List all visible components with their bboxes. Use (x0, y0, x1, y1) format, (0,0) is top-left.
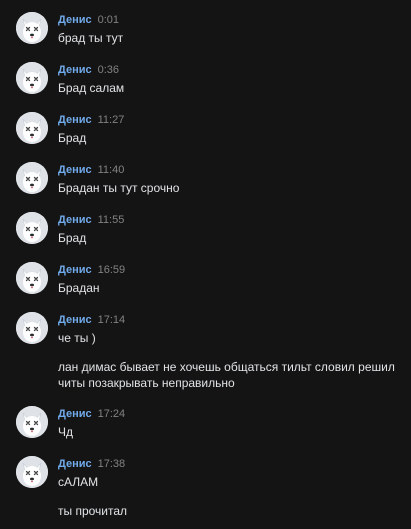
dog-avatar-icon[interactable] (16, 162, 48, 194)
message-time[interactable]: 11:40 (98, 164, 125, 176)
message-time[interactable]: 11:27 (98, 114, 125, 126)
dog-avatar-icon[interactable] (16, 62, 48, 94)
message-text: че ты ) (58, 331, 96, 345)
author-name[interactable]: Денис (58, 264, 92, 276)
message-header: Денис 11:55 (58, 214, 124, 227)
author-name[interactable]: Денис (58, 408, 92, 420)
message-text: Брад салам (58, 81, 125, 95)
message-header: Денис 0:36 (58, 64, 119, 77)
author-name[interactable]: Денис (58, 314, 92, 326)
message-time[interactable]: 0:36 (98, 64, 119, 76)
dog-avatar-icon[interactable] (16, 12, 48, 44)
message-text: лан димас бывает не хочешь общаться тиль… (58, 360, 395, 390)
message-text: Брад (58, 231, 87, 245)
author-name[interactable]: Денис (58, 458, 92, 470)
dog-avatar-icon[interactable] (16, 212, 48, 244)
chat-history: Денис 0:01 брад ты тут Денис 0:36 Брад салам… (0, 0, 411, 529)
author-name[interactable]: Денис (58, 114, 92, 126)
message-text: Брадан (58, 281, 100, 295)
dog-avatar-icon[interactable] (16, 406, 48, 438)
message-time[interactable]: 0:01 (98, 14, 119, 26)
message-header: Денис 17:14 (58, 314, 125, 327)
message-header: Денис 0:01 (58, 14, 119, 27)
message-time[interactable]: 17:24 (98, 408, 126, 420)
message-text: Брадан ты тут срочно (58, 181, 180, 195)
author-name[interactable]: Денис (58, 164, 92, 176)
message-header: Денис 11:27 (58, 114, 124, 127)
message-text: Брад (58, 131, 87, 145)
author-name[interactable]: Денис (58, 14, 92, 26)
dog-avatar-icon[interactable] (16, 312, 48, 344)
message-text: Чд (58, 425, 73, 439)
message-header: Денис 16:59 (58, 264, 125, 277)
message-header: Денис 11:40 (58, 164, 124, 177)
message-header: Денис 17:24 (58, 408, 125, 421)
message-text: брад ты тут (58, 31, 124, 45)
message-time[interactable]: 16:59 (98, 264, 126, 276)
author-name[interactable]: Денис (58, 214, 92, 226)
message-time[interactable]: 11:55 (98, 214, 125, 226)
message-time[interactable]: 17:14 (98, 314, 126, 326)
dog-avatar-icon[interactable] (16, 262, 48, 294)
dog-avatar-icon[interactable] (16, 112, 48, 144)
author-name[interactable]: Денис (58, 64, 92, 76)
message-text: сАЛАМ (58, 475, 99, 489)
message-time[interactable]: 17:38 (98, 458, 126, 470)
dog-avatar-icon[interactable] (16, 456, 48, 488)
message-text: ты прочитал (58, 504, 128, 518)
message-header: Денис 17:38 (58, 458, 125, 471)
